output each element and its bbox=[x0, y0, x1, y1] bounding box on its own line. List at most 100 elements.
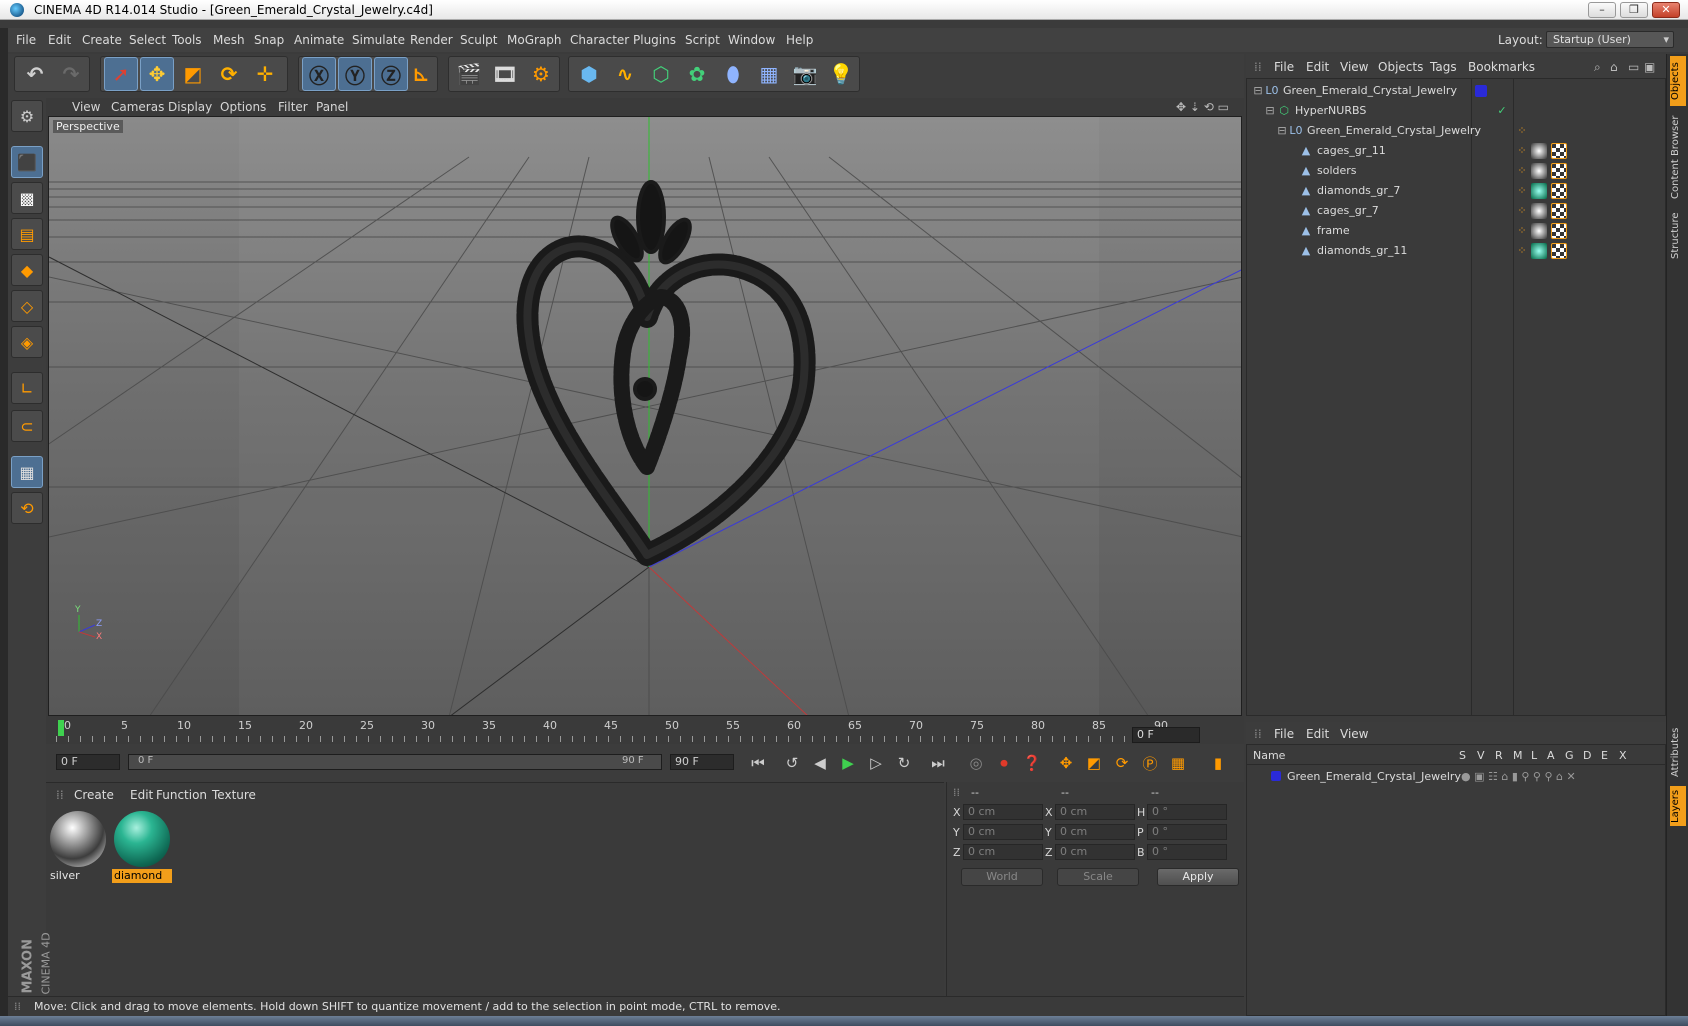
menu-render[interactable]: Render bbox=[410, 33, 453, 47]
texture-tag-icon[interactable] bbox=[1551, 223, 1567, 239]
collapse-toggle-icon[interactable]: ⊟ bbox=[1251, 84, 1265, 98]
material-tag-silver[interactable] bbox=[1531, 223, 1547, 239]
previous-key-icon[interactable]: ↺ bbox=[780, 752, 804, 774]
layer-menu-view[interactable]: View bbox=[1340, 727, 1368, 741]
tab-content-browser[interactable]: Content Browser bbox=[1670, 110, 1686, 204]
key-rotation-icon[interactable]: ⟳ bbox=[1110, 752, 1134, 774]
render-picture-viewer-icon[interactable]: 🎞 bbox=[488, 57, 522, 91]
material-tag-diamond[interactable] bbox=[1531, 183, 1547, 199]
make-editable-icon[interactable]: ⚙ bbox=[11, 100, 43, 132]
x-axis-lock-icon[interactable]: Ⓧ bbox=[302, 57, 336, 91]
search-icon[interactable]: ⌕ bbox=[1594, 60, 1601, 75]
material-tag-silver[interactable] bbox=[1531, 203, 1547, 219]
play-forward-icon[interactable]: ▶ bbox=[836, 752, 860, 774]
menu-animate[interactable]: Animate bbox=[294, 33, 344, 47]
layer-row[interactable]: Green_Emerald_Crystal_Jewelry ● ▣ ☷ ⌂ ▮ … bbox=[1247, 767, 1665, 787]
phong-tag-icon[interactable]: ⁘ bbox=[1515, 164, 1529, 178]
camera-icon[interactable]: 📷 bbox=[788, 57, 822, 91]
tab-objects[interactable]: Objects bbox=[1670, 56, 1686, 106]
model-mode-icon[interactable]: ⬛ bbox=[11, 146, 43, 178]
auto-keying-icon[interactable]: ❓ bbox=[1020, 752, 1044, 774]
phong-tag-icon[interactable]: ⁘ bbox=[1515, 204, 1529, 218]
texture-tag-icon[interactable] bbox=[1551, 183, 1567, 199]
object-row[interactable]: ▲ diamonds_gr_7 ⁘ bbox=[1247, 181, 1665, 201]
phong-tag-icon[interactable]: ⁘ bbox=[1515, 184, 1529, 198]
close-button[interactable]: ✕ bbox=[1652, 2, 1680, 18]
frame-range-slider[interactable] bbox=[128, 754, 662, 770]
z-axis-lock-icon[interactable]: Ⓩ bbox=[374, 57, 408, 91]
3d-viewport[interactable]: Y Z X Perspective bbox=[48, 116, 1242, 716]
end-frame-field[interactable]: 90 F bbox=[670, 754, 734, 770]
timeline-window-icon[interactable]: ▮ bbox=[1206, 752, 1230, 774]
tweak-mode-icon[interactable]: ⊂ bbox=[11, 410, 43, 442]
texture-tag-icon[interactable] bbox=[1551, 243, 1567, 259]
phong-tag-icon[interactable]: ⁘ bbox=[1515, 224, 1529, 238]
object-menu-edit[interactable]: Edit bbox=[1306, 60, 1329, 74]
texture-mode-icon[interactable]: ▩ bbox=[11, 182, 43, 214]
locked-workplane-icon[interactable]: ⟲ bbox=[11, 492, 43, 524]
position-x-field[interactable]: 0 cm bbox=[963, 804, 1043, 820]
material-tag-silver[interactable] bbox=[1531, 143, 1547, 159]
phong-tag-icon[interactable]: ⁘ bbox=[1515, 244, 1529, 258]
object-row[interactable]: ▲ solders ⁘ bbox=[1247, 161, 1665, 181]
size-x-field[interactable]: 0 cm bbox=[1055, 804, 1135, 820]
axis-mode-icon[interactable]: ∟ bbox=[11, 372, 43, 404]
viewport-menu-view[interactable]: View bbox=[72, 100, 100, 114]
layer-menu-edit[interactable]: Edit bbox=[1306, 727, 1329, 741]
menu-simulate[interactable]: Simulate bbox=[352, 33, 405, 47]
collapse-toggle-icon[interactable]: ⊟ bbox=[1275, 124, 1289, 138]
object-menu-objects[interactable]: Objects bbox=[1378, 60, 1423, 74]
viewport-menu-panel[interactable]: Panel bbox=[316, 100, 348, 114]
undo-icon[interactable]: ↶ bbox=[18, 57, 52, 91]
render-settings-icon[interactable]: ⚙ bbox=[524, 57, 558, 91]
viewport-menu-filter[interactable]: Filter bbox=[278, 100, 308, 114]
object-row[interactable]: ▲ cages_gr_7 ⁘ bbox=[1247, 201, 1665, 221]
material-tag-diamond[interactable] bbox=[1531, 243, 1547, 259]
home-icon[interactable]: ⌂ bbox=[1610, 60, 1618, 74]
new-window-icon[interactable]: ▣ bbox=[1644, 60, 1655, 74]
edges-mode-icon[interactable]: ◇ bbox=[11, 290, 43, 322]
layout-select[interactable]: Startup (User) bbox=[1546, 31, 1674, 48]
motion-record-icon[interactable]: ◎ bbox=[964, 752, 988, 774]
viewport-menu-display[interactable]: Display bbox=[168, 100, 212, 114]
menu-snap[interactable]: Snap bbox=[254, 33, 284, 47]
position-y-field[interactable]: 0 cm bbox=[963, 824, 1043, 840]
layer-toggle-icons[interactable]: ● ▣ ☷ ⌂ ▮ ⚲ ⚲ ⚲ ⌂ ✕ bbox=[1461, 770, 1576, 783]
coordinate-space-select[interactable]: World bbox=[961, 868, 1043, 886]
texture-tag-icon[interactable] bbox=[1551, 163, 1567, 179]
phong-tag-icon[interactable]: ⁘ bbox=[1515, 144, 1529, 158]
recent-tool-icon[interactable]: ✛ bbox=[248, 57, 282, 91]
menu-select[interactable]: Select bbox=[129, 33, 166, 47]
timeline-ruler[interactable]: 0 5 10 15 20 25 30 35 40 45 50 55 60 65 … bbox=[46, 716, 1244, 744]
viewport-menu-options[interactable]: Options bbox=[220, 100, 266, 114]
snap-icon[interactable]: ▦ bbox=[11, 456, 43, 488]
material-tag-silver[interactable] bbox=[1531, 163, 1547, 179]
floor-scene-icon[interactable]: ▦ bbox=[752, 57, 786, 91]
material-menu-create[interactable]: Create bbox=[74, 788, 114, 802]
menu-character[interactable]: Character bbox=[570, 33, 629, 47]
key-pla-icon[interactable]: ▦ bbox=[1166, 752, 1190, 774]
object-menu-file[interactable]: File bbox=[1274, 60, 1294, 74]
y-axis-lock-icon[interactable]: Ⓨ bbox=[338, 57, 372, 91]
cube-object-icon[interactable]: ⬢ bbox=[572, 57, 606, 91]
menu-window[interactable]: Window bbox=[728, 33, 775, 47]
scale-tool-icon[interactable]: ◩ bbox=[176, 57, 210, 91]
object-row[interactable]: ▲ diamonds_gr_11 ⁘ bbox=[1247, 241, 1665, 261]
rotate-tool-icon[interactable]: ⟳ bbox=[212, 57, 246, 91]
menu-file[interactable]: File bbox=[16, 33, 36, 47]
tab-structure[interactable]: Structure bbox=[1670, 208, 1686, 264]
menu-create[interactable]: Create bbox=[82, 33, 122, 47]
next-frame-icon[interactable]: ▷ bbox=[864, 752, 888, 774]
size-mode-select[interactable]: Scale bbox=[1057, 868, 1139, 886]
previous-frame-icon[interactable]: ◀ bbox=[808, 752, 832, 774]
object-menu-view[interactable]: View bbox=[1340, 60, 1368, 74]
material-menu-edit[interactable]: Edit bbox=[130, 788, 153, 802]
object-row[interactable]: ⊟ L0 Green_Emerald_Crystal_Jewelry bbox=[1247, 81, 1665, 101]
polygons-mode-icon[interactable]: ◈ bbox=[11, 326, 43, 358]
menu-help[interactable]: Help bbox=[786, 33, 813, 47]
rotation-p-field[interactable]: 0 ° bbox=[1147, 824, 1227, 840]
enabled-check-icon[interactable]: ✓ bbox=[1495, 104, 1509, 118]
record-keys-icon[interactable]: ⏺ bbox=[992, 752, 1016, 774]
menu-sculpt[interactable]: Sculpt bbox=[460, 33, 497, 47]
light-icon[interactable]: 💡 bbox=[824, 57, 858, 91]
